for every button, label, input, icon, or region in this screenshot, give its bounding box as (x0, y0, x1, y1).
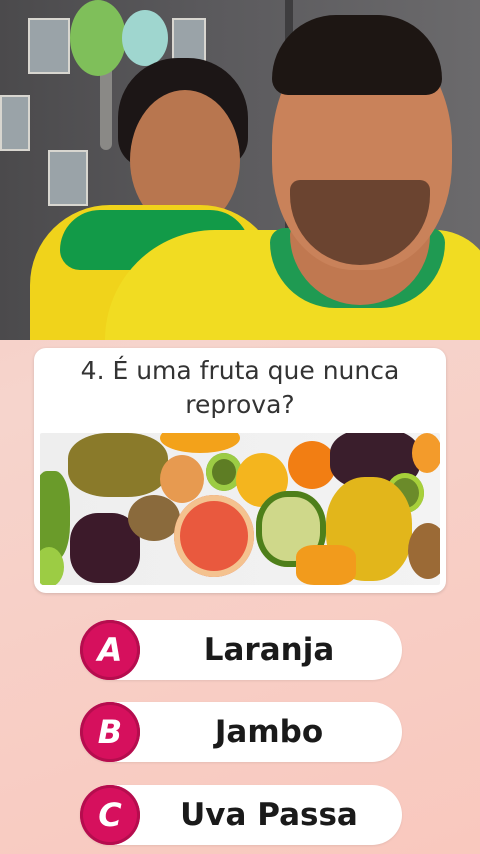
orange (288, 441, 336, 489)
kiwi (128, 495, 180, 541)
option-a-badge: A (80, 620, 140, 680)
cat-plush (122, 10, 168, 66)
option-c-label: Uva Passa (180, 797, 358, 833)
fridge-photo (48, 150, 88, 206)
papaya-slice (296, 545, 356, 585)
video-frame (0, 0, 480, 340)
frog-plush (70, 0, 126, 76)
mandarin (160, 455, 204, 503)
orange-slice (412, 433, 440, 473)
option-c-button[interactable]: C Uva Passa (80, 785, 402, 845)
fruit-slice (160, 433, 240, 453)
option-a-label: Laranja (203, 632, 335, 668)
man-hair (272, 15, 442, 95)
option-b-badge: B (80, 702, 140, 762)
question-card: 4. É uma fruta que nunca reprova? (34, 348, 446, 593)
option-b-label: Jambo (214, 714, 324, 750)
option-b-button[interactable]: B Jambo (80, 702, 402, 762)
fridge-photo (0, 95, 30, 151)
question-text: 4. É uma fruta que nunca reprova? (80, 356, 400, 419)
fridge-photo (28, 18, 70, 74)
option-a-button[interactable]: A Laranja (80, 620, 402, 680)
fruits-image (40, 433, 440, 585)
pineapple (68, 433, 168, 497)
option-c-badge: C (80, 785, 140, 845)
kiwi (408, 523, 440, 579)
grapefruit (174, 495, 254, 577)
